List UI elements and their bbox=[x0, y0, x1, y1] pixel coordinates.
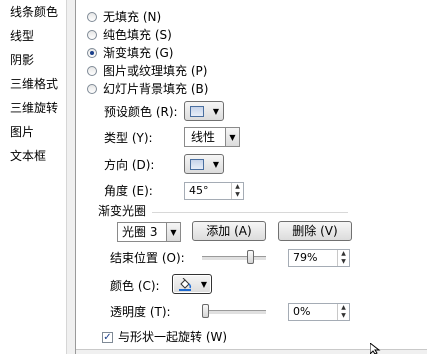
transparency-spinner[interactable]: ▲ ▼ bbox=[337, 304, 349, 320]
angle-input[interactable]: 45° ▲ ▼ bbox=[184, 182, 244, 200]
color-picker-button[interactable]: ▼ bbox=[172, 274, 212, 294]
transparency-value: 0% bbox=[293, 305, 311, 318]
mouse-cursor-icon bbox=[370, 343, 381, 354]
end-position-label: 结束位置 (O): bbox=[110, 251, 185, 265]
type-label: 类型 (Y): bbox=[104, 131, 153, 145]
end-position-slider[interactable] bbox=[202, 256, 266, 261]
fill-panel: 无填充 (N) 纯色填充 (S) 渐变填充 (G) 图片或纹理填充 (P) 幻灯… bbox=[76, 0, 427, 354]
angle-value: 45° bbox=[189, 184, 209, 197]
gradient-fill-label[interactable]: 渐变填充 (G) bbox=[103, 45, 173, 61]
rotate-with-shape-checkbox[interactable]: ✓ bbox=[102, 332, 113, 343]
angle-label: 角度 (E): bbox=[104, 184, 153, 198]
pane-divider bbox=[66, 0, 76, 354]
preset-colors-label: 预设颜色 (R): bbox=[104, 105, 178, 119]
heading-divider bbox=[152, 212, 348, 214]
transparency-label: 透明度 (T): bbox=[110, 305, 171, 319]
transparency-slider[interactable] bbox=[202, 310, 266, 315]
gradient-fill-radio[interactable] bbox=[87, 48, 97, 58]
end-position-spinner[interactable]: ▲ ▼ bbox=[337, 250, 349, 266]
gradient-stops-heading: 渐变光圈 bbox=[98, 204, 147, 218]
sidebar-item-shadow[interactable]: 阴影 bbox=[10, 50, 34, 70]
picture-fill-label[interactable]: 图片或纹理填充 (P) bbox=[103, 63, 207, 79]
rotate-with-shape-label[interactable]: 与形状一起旋转 (W) bbox=[118, 329, 227, 345]
preset-colors-dropdown[interactable]: ▼ bbox=[184, 101, 224, 121]
direction-dropdown[interactable]: ▼ bbox=[184, 154, 224, 174]
paint-bucket-icon bbox=[179, 278, 192, 291]
gradient-stop-value: 光圈 3 bbox=[122, 225, 158, 239]
add-stop-button[interactable]: 添加 (A) bbox=[192, 221, 266, 241]
picture-fill-radio[interactable] bbox=[87, 66, 97, 76]
transparency-input[interactable]: 0% ▲ ▼ bbox=[288, 303, 350, 321]
preset-color-swatch bbox=[190, 106, 204, 117]
chevron-down-icon: ▼ bbox=[225, 128, 239, 146]
angle-spinner[interactable]: ▲ ▼ bbox=[231, 183, 243, 199]
sidebar: 线条颜色 线型 阴影 三维格式 三维旋转 图片 文本框 bbox=[0, 0, 66, 354]
sidebar-item-text-box[interactable]: 文本框 bbox=[10, 146, 46, 166]
type-value: 线性 bbox=[191, 130, 216, 144]
delete-stop-button[interactable]: 删除 (V) bbox=[278, 221, 352, 241]
sidebar-item-line-color[interactable]: 线条颜色 bbox=[10, 2, 58, 22]
chevron-down-icon: ▼ bbox=[212, 107, 219, 116]
direction-swatch bbox=[190, 159, 204, 170]
sidebar-item-line-style[interactable]: 线型 bbox=[10, 26, 34, 46]
slide-bg-fill-label[interactable]: 幻灯片背景填充 (B) bbox=[103, 81, 208, 97]
direction-label: 方向 (D): bbox=[104, 158, 155, 172]
solid-fill-radio[interactable] bbox=[87, 30, 97, 40]
chevron-down-icon: ▼ bbox=[200, 280, 207, 289]
sidebar-item-3d-rotation[interactable]: 三维旋转 bbox=[10, 98, 58, 118]
transparency-slider-thumb[interactable] bbox=[202, 304, 209, 318]
color-label: 颜色 (C): bbox=[110, 279, 160, 293]
solid-fill-label[interactable]: 纯色填充 (S) bbox=[103, 27, 172, 43]
slide-bg-fill-radio[interactable] bbox=[87, 84, 97, 94]
end-position-slider-thumb[interactable] bbox=[247, 250, 255, 264]
chevron-down-icon: ▼ bbox=[166, 223, 180, 241]
sidebar-item-picture[interactable]: 图片 bbox=[10, 122, 34, 142]
end-position-value: 79% bbox=[293, 251, 318, 264]
no-fill-radio[interactable] bbox=[87, 12, 97, 22]
gradient-stop-dropdown[interactable]: 光圈 3 ▼ bbox=[117, 222, 181, 242]
no-fill-label[interactable]: 无填充 (N) bbox=[103, 9, 161, 25]
end-position-input[interactable]: 79% ▲ ▼ bbox=[288, 249, 350, 267]
sidebar-item-3d-format[interactable]: 三维格式 bbox=[10, 74, 58, 94]
type-dropdown[interactable]: 线性 ▼ bbox=[184, 127, 240, 147]
chevron-down-icon: ▼ bbox=[212, 160, 219, 169]
